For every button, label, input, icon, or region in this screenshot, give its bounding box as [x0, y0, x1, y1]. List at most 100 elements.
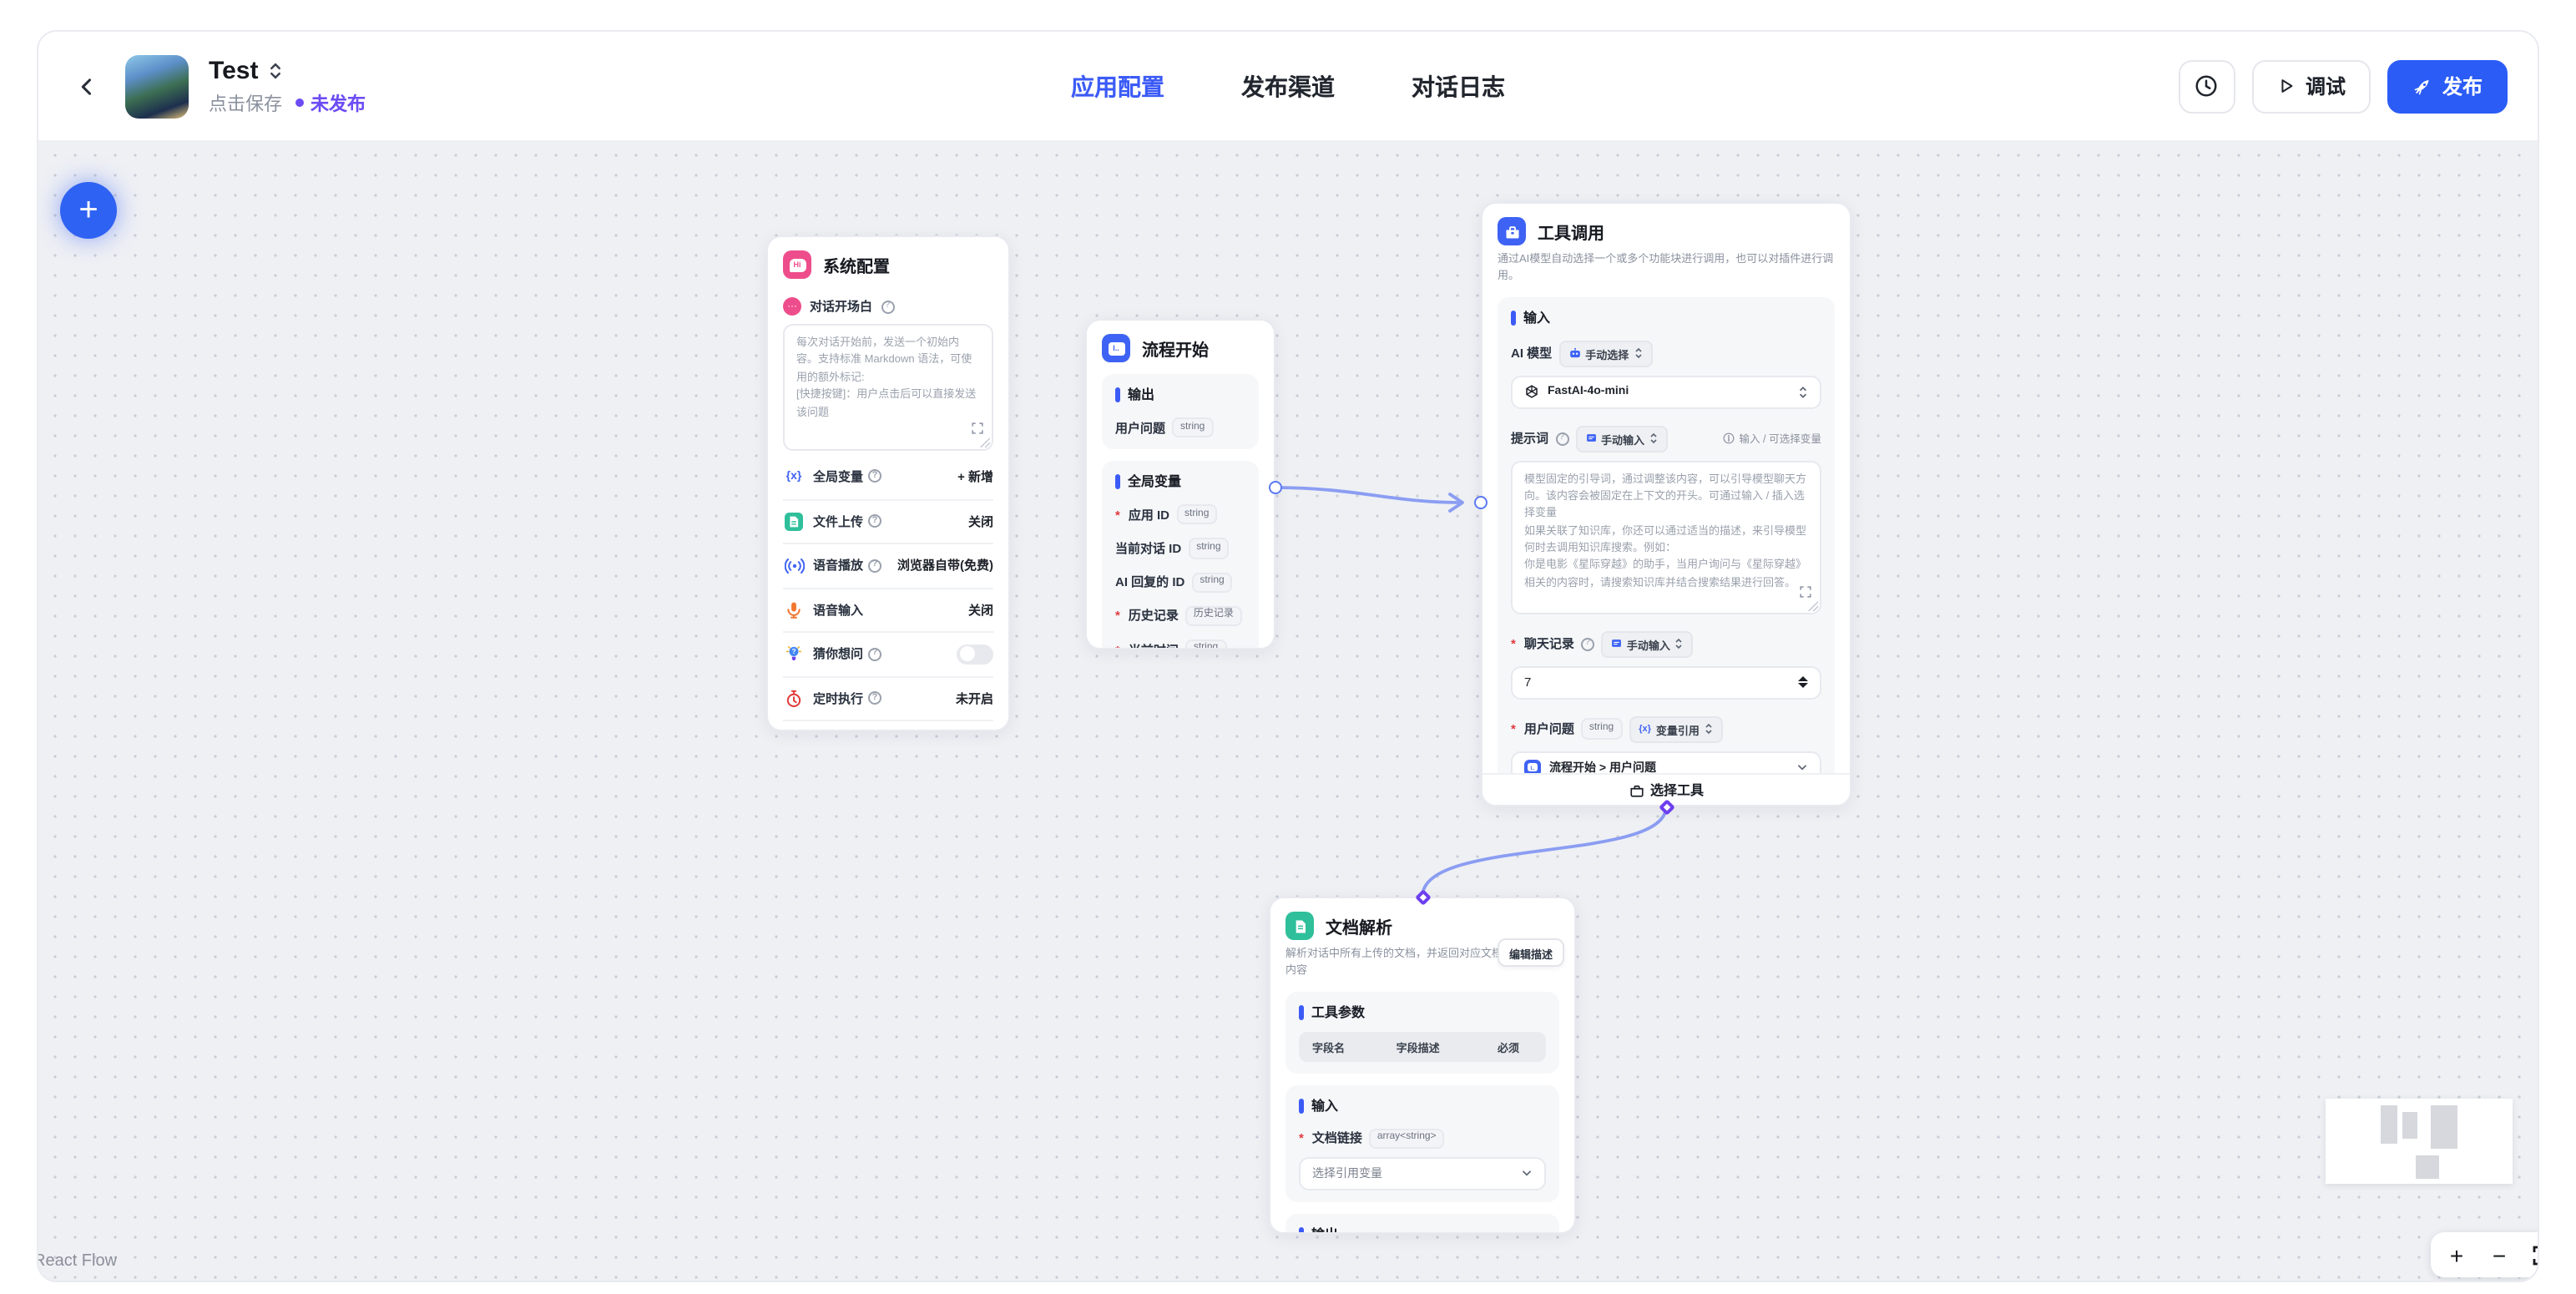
opening-textarea[interactable]: 每次对话开始前，发送一个初始内容。支持标准 Markdown 语法，可使用的额外…	[783, 324, 993, 451]
row-file-upload[interactable]: 文件上传? 关闭	[783, 498, 993, 543]
minimap[interactable]	[2326, 1099, 2513, 1184]
resize-grip[interactable]	[980, 437, 990, 447]
source-handle[interactable]	[1269, 481, 1282, 494]
edit-description-button[interactable]: 编辑描述	[1498, 938, 1564, 967]
help-icon[interactable]: ?	[868, 648, 881, 661]
app-title: Test	[209, 56, 258, 84]
history-count-input[interactable]: 7	[1511, 665, 1821, 699]
help-icon[interactable]: ?	[868, 515, 881, 528]
type-tag: string	[1176, 504, 1217, 524]
type-tag: string	[1191, 572, 1232, 592]
flow-canvas[interactable]: + Hi 系统配置 ··· 对话开场白 ? 每次对话开始前，发送一个初始内容。支…	[38, 142, 2538, 1281]
chevron-down-icon	[1521, 1167, 1533, 1179]
debug-button[interactable]: 调试	[2252, 59, 2371, 113]
doc-link-placeholder: 选择引用变量	[1312, 1165, 1513, 1181]
ai-model-mode-select[interactable]: 手动选择	[1558, 340, 1652, 366]
prompt-hint: 输入 / 可选择变量	[1722, 431, 1821, 446]
suggested-questions-toggle[interactable]	[957, 644, 993, 665]
chevron-down-icon	[1796, 761, 1808, 773]
add-variable-button[interactable]: + 新增	[957, 468, 993, 486]
app-avatar[interactable]	[125, 54, 189, 118]
section-bar	[1115, 474, 1119, 489]
node-title: 系统配置	[823, 252, 890, 277]
reactflow-attribution: React Flow	[37, 1252, 117, 1271]
tab-chat-logs[interactable]: 对话日志	[1412, 69, 1505, 103]
tab-publish-channel[interactable]: 发布渠道	[1241, 69, 1335, 103]
node-doc-parse[interactable]: 文档解析 解析对话中所有上传的文档，并返回对应文档内容 编辑描述 工具参数 字段…	[1269, 897, 1576, 1234]
type-tag: string	[1172, 417, 1213, 437]
fullscreen-icon	[2532, 1245, 2539, 1265]
add-node-button[interactable]: +	[60, 182, 117, 239]
tab-app-config[interactable]: 应用配置	[1071, 69, 1164, 103]
required-mark: *	[1299, 1130, 1304, 1145]
help-icon[interactable]: ?	[868, 559, 881, 573]
minimap-node	[2416, 1155, 2439, 1179]
number-stepper[interactable]	[1798, 676, 1808, 689]
required-mark: *	[1511, 721, 1516, 736]
history-mode-select[interactable]: 手动输入	[1601, 630, 1694, 657]
row-voice-input[interactable]: 语音输入 关闭	[783, 587, 993, 631]
manual-input-icon	[1585, 433, 1596, 444]
prompt-mode-select[interactable]: 手动输入	[1575, 425, 1668, 452]
top-header: Test 点击保存 未发布 应用配置 发布渠道 对话日志	[38, 32, 2538, 142]
publish-status: 未发布	[295, 89, 366, 116]
chevron-left-icon	[75, 74, 98, 98]
openai-logo-icon	[1524, 384, 1539, 399]
help-icon[interactable]: ?	[1581, 637, 1594, 650]
type-tag: string	[1185, 639, 1226, 650]
node-system-config[interactable]: Hi 系统配置 ··· 对话开场白 ? 每次对话开始前，发送一个初始内容。支持标…	[766, 235, 1010, 731]
history-count-value: 7	[1524, 675, 1798, 690]
help-icon[interactable]: ?	[868, 692, 881, 705]
zoom-in-button[interactable]: +	[2440, 1238, 2473, 1271]
zoom-out-button[interactable]: −	[2483, 1238, 2516, 1271]
section-bar	[1299, 1098, 1303, 1113]
node-flow-start[interactable]: I.. 流程开始 输出 用户问题 string 全局变量 *应用 IDstrin…	[1085, 319, 1275, 650]
target-handle[interactable]	[1474, 496, 1488, 509]
required-mark: *	[1115, 642, 1120, 650]
help-icon[interactable]: ?	[868, 470, 881, 483]
required-mark: *	[1511, 636, 1516, 651]
save-hint[interactable]: 点击保存	[209, 89, 282, 116]
row-scheduled-run[interactable]: 定时执行? 未开启	[783, 675, 993, 720]
info-icon	[1722, 432, 1734, 444]
publish-button[interactable]: 发布	[2387, 59, 2508, 113]
section-input: 输入	[1311, 1096, 1338, 1115]
plus-icon: +	[78, 191, 98, 230]
minimap-node	[2431, 1105, 2457, 1149]
doc-link-select[interactable]: 选择引用变量	[1299, 1156, 1546, 1190]
tool-call-icon	[1498, 217, 1526, 245]
help-icon[interactable]: ?	[881, 300, 894, 313]
node-tool-call[interactable]: 工具调用 通过AI模型自动选择一个或多个功能块进行调用，也可以对插件进行调用。 …	[1481, 202, 1851, 806]
resize-grip[interactable]	[1808, 600, 1818, 610]
prompt-textarea[interactable]: 模型固定的引导词，通过调整该内容，可以引导模型聊天方向。该内容会被固定在上下文的…	[1511, 460, 1821, 614]
row-voice-playback[interactable]: 语音播放? 浏览器自带(免费)	[783, 543, 993, 587]
braces-icon: {x}	[1639, 724, 1651, 734]
section-tool-params: 工具参数	[1311, 1003, 1365, 1021]
fit-view-button[interactable]	[2525, 1238, 2539, 1271]
braces-icon: {x}	[783, 471, 805, 483]
chat-bubble-icon: ···	[783, 297, 801, 316]
row-suggested-questions[interactable]: ? 猜你想问?	[783, 631, 993, 675]
node-title: 文档解析	[1326, 913, 1392, 938]
flow-start-icon: I..	[1102, 334, 1130, 362]
opening-label: 对话开场白	[810, 297, 872, 316]
question-mode-select[interactable]: {x} 变量引用	[1629, 715, 1723, 742]
type-tag: string	[1188, 538, 1229, 559]
chevron-updown-icon	[1675, 638, 1684, 650]
history-button[interactable]	[2179, 59, 2235, 113]
required-mark: *	[1115, 609, 1120, 624]
row-global-variables[interactable]: {x} 全局变量? + 新增	[783, 454, 993, 498]
chevron-updown-icon	[1705, 723, 1713, 735]
node-description: 通过AI模型自动选择一个或多个功能块进行调用，也可以对插件进行调用。	[1498, 252, 1835, 285]
section-output: 输出	[1128, 386, 1154, 404]
ai-model-select[interactable]: FastAI-4o-mini	[1511, 375, 1821, 408]
app-title-row[interactable]: Test	[209, 56, 366, 84]
back-button[interactable]	[68, 68, 105, 104]
section-output: 输出	[1311, 1225, 1338, 1234]
section-globals: 全局变量	[1128, 473, 1181, 491]
system-config-icon: Hi	[783, 250, 811, 279]
node-title: 工具调用	[1538, 219, 1604, 244]
minimap-node	[2402, 1112, 2417, 1139]
row-input-guide[interactable]: 输入引导? 关闭	[783, 720, 993, 731]
help-icon[interactable]: ?	[1555, 432, 1568, 445]
